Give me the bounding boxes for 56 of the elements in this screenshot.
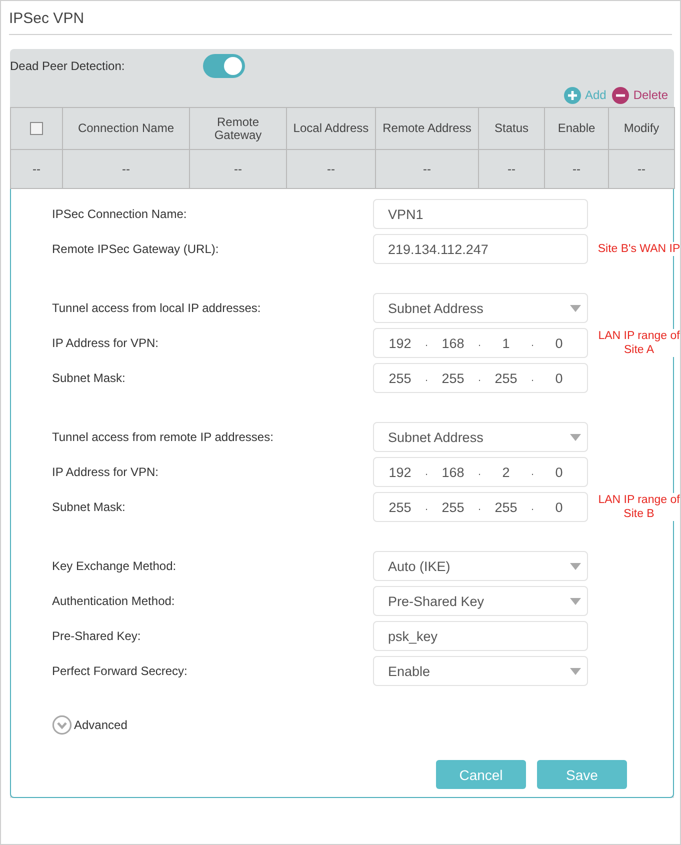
toggle-switch[interactable] (203, 54, 245, 78)
separator-dot: . (478, 338, 481, 348)
ip-address-field[interactable]: 192 . 168 . 1 . 0 (373, 328, 588, 358)
separator-dot: . (531, 502, 534, 512)
column-header: Remote Gateway (190, 108, 286, 150)
separator-dot: . (478, 502, 481, 512)
minus-icon (612, 86, 630, 104)
separator-dot: . (425, 338, 428, 348)
field-label: Remote IPSec Gateway (URL): (52, 242, 220, 256)
dropdown[interactable]: Auto (IKE) (373, 551, 588, 581)
plus-icon (564, 86, 581, 104)
separator-dot: . (425, 502, 428, 512)
input-field[interactable]: 219.134.112.247 (373, 234, 588, 264)
separator-dot: . (531, 372, 534, 384)
setting-label: Dead Peer Detection: (10, 59, 126, 73)
separator-dot: . (531, 338, 534, 348)
advanced-link[interactable]: Advanced (74, 718, 128, 732)
field-label: Subnet Mask: (52, 371, 126, 385)
ip-address-field[interactable]: 192 . 168 . 2 . 0 (373, 457, 588, 487)
column-header: Modify (608, 108, 674, 150)
checkbox[interactable] (30, 122, 43, 136)
input-field[interactable]: VPN1 (373, 199, 588, 229)
ip-address-field[interactable]: 255 . 255 . 255 . 0 (373, 492, 588, 522)
field-label: IP Address for VPN: (52, 465, 160, 479)
field-label: IPSec Connection Name: (52, 207, 188, 221)
column-header: Connection Name (62, 108, 190, 150)
field-label: Tunnel access from local IP addresses: (52, 301, 262, 315)
field-label: Key Exchange Method: (52, 559, 178, 573)
caret-icon (570, 304, 581, 312)
caret-icon (570, 598, 581, 604)
field-label: Authentication Method: (52, 594, 176, 608)
separator-dot: . (478, 466, 481, 478)
dropdown[interactable]: Subnet Address (373, 422, 588, 452)
field-label: Tunnel access from remote IP addresses: (52, 430, 274, 444)
input-field[interactable]: psk_key (373, 621, 588, 651)
dropdown[interactable]: Enable (373, 656, 588, 686)
separator-dot: . (425, 372, 428, 384)
column-header: Enable (544, 108, 608, 150)
separator-dot: . (478, 372, 481, 384)
field-label: Pre-Shared Key: (52, 629, 142, 643)
ip-address-field[interactable]: 255 . 255 . 255 . 0 (373, 363, 588, 393)
column-header: Remote Address (376, 108, 478, 150)
separator-dot: . (531, 466, 534, 478)
column-header: Local Address (286, 108, 376, 150)
dropdown[interactable]: Subnet Address (373, 293, 588, 323)
field-label: IP Address for VPN: (52, 336, 160, 350)
delete-button[interactable]: Delete (612, 86, 668, 104)
column-header: Status (478, 108, 544, 150)
caret-icon (570, 562, 581, 570)
dropdown[interactable]: Pre-Shared Key (373, 586, 588, 616)
separator-dot: . (425, 466, 428, 478)
caret-icon (570, 434, 581, 440)
page-title: IPSec VPN (9, 10, 672, 35)
caret-icon (570, 668, 581, 674)
field-label: Subnet Mask: (52, 500, 126, 514)
field-label: Perfect Forward Secrecy: (52, 664, 188, 678)
